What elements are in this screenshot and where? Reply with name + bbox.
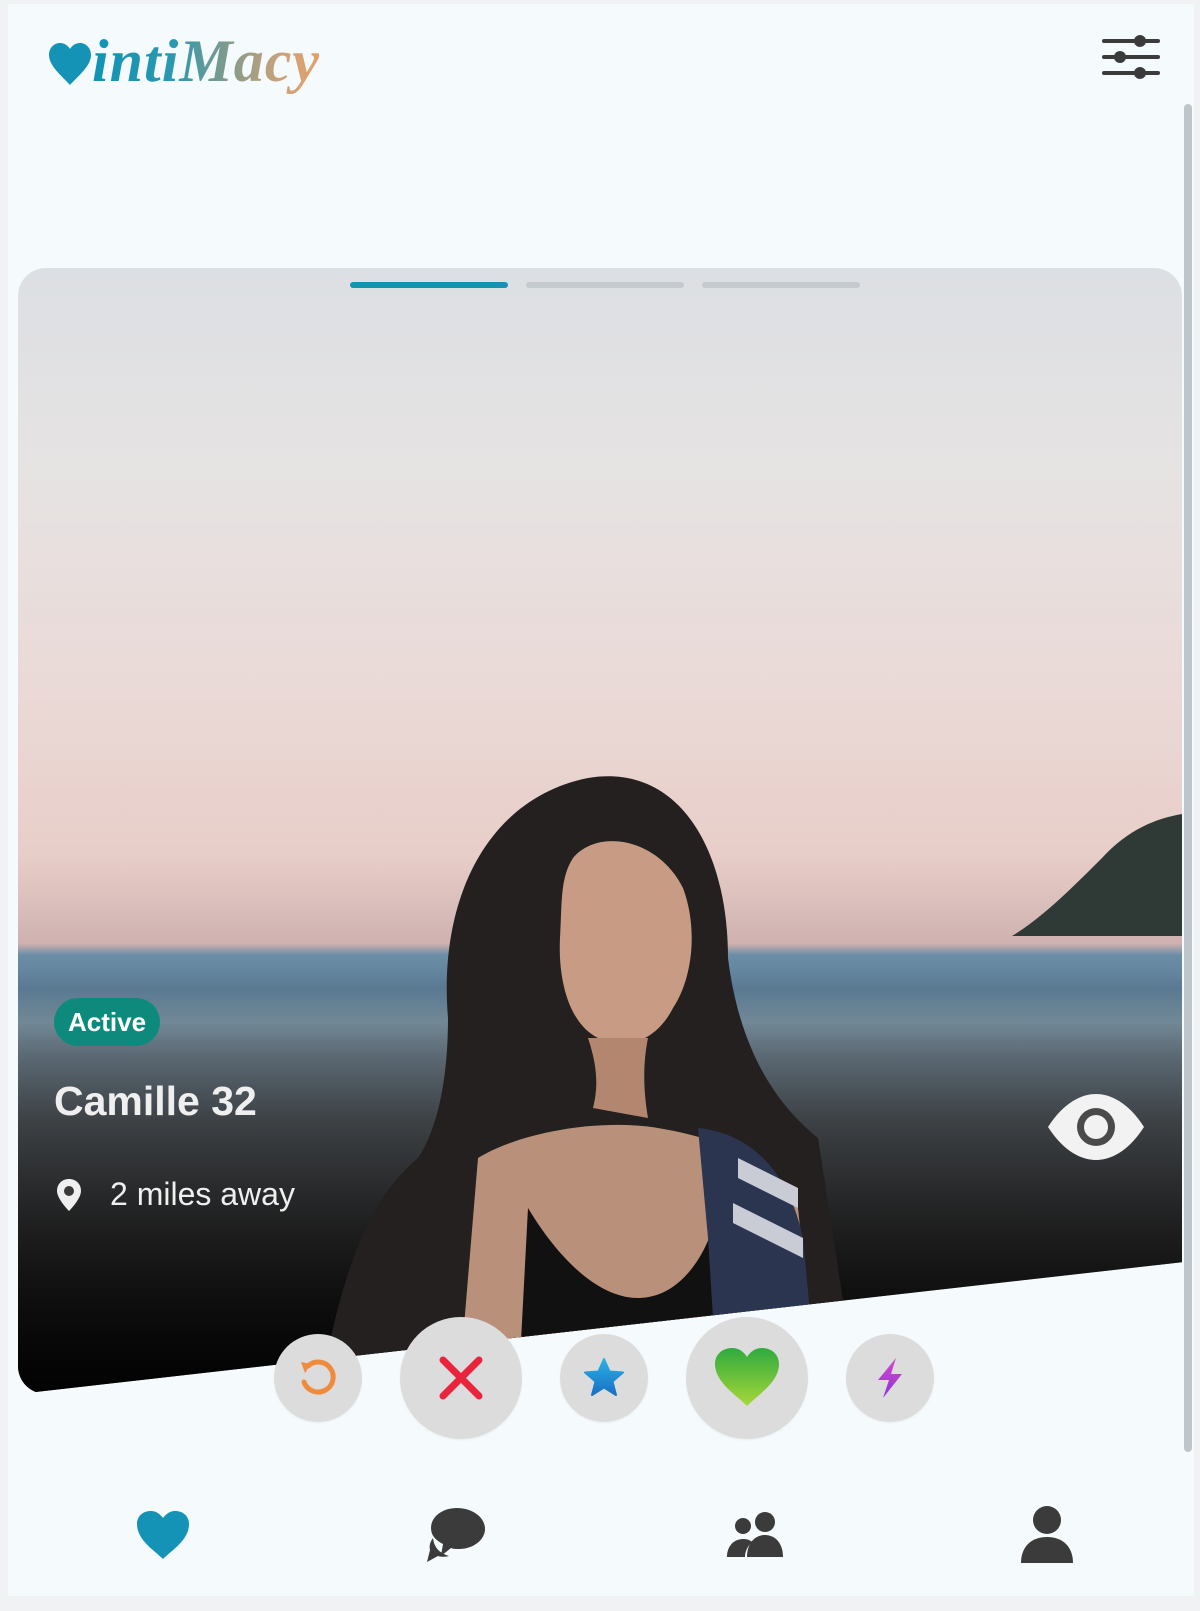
progress-segment[interactable] <box>526 282 684 288</box>
logo-heart-icon <box>49 43 91 85</box>
person-silhouette <box>318 776 858 1394</box>
distance-row: 2 miles away <box>54 1176 295 1213</box>
distance-text: 2 miles away <box>110 1176 295 1212</box>
top-bar: intiMacy <box>8 4 1194 104</box>
nav-matches[interactable] <box>722 1500 792 1570</box>
progress-segment[interactable] <box>350 282 508 288</box>
map-pin-icon <box>57 1178 81 1211</box>
filter-button[interactable] <box>1100 32 1162 82</box>
progress-segment[interactable] <box>702 282 860 288</box>
eye-icon <box>1048 1094 1144 1160</box>
photo-progress <box>350 282 860 288</box>
headland-shape <box>1012 814 1182 936</box>
view-profile-button[interactable] <box>1046 1092 1146 1162</box>
sliders-icon <box>1102 35 1160 79</box>
nav-messages[interactable] <box>422 1500 492 1570</box>
nope-button[interactable] <box>400 1317 522 1439</box>
bottom-nav <box>8 1450 1194 1596</box>
logo-wordmark: intiMacy <box>92 28 320 94</box>
super-like-button[interactable] <box>560 1334 648 1422</box>
nav-discover[interactable] <box>128 1500 198 1570</box>
chat-bubbles-icon <box>427 1508 485 1562</box>
heart-icon <box>715 1348 779 1406</box>
heart-icon <box>137 1511 189 1559</box>
boost-button[interactable] <box>846 1334 934 1422</box>
profile-card[interactable]: Active Camille 32 2 miles away <box>18 268 1182 1394</box>
undo-icon <box>301 1359 336 1395</box>
status-badge: Active <box>54 998 161 1046</box>
like-button[interactable] <box>686 1317 808 1439</box>
user-icon <box>1021 1506 1073 1563</box>
star-icon <box>584 1358 624 1396</box>
lightning-icon <box>878 1358 902 1398</box>
app-logo[interactable]: intiMacy <box>46 26 320 96</box>
scrollbar[interactable] <box>1184 104 1192 1452</box>
profile-name-age: Camille 32 <box>54 1078 257 1124</box>
close-icon <box>439 1356 483 1400</box>
nav-profile[interactable] <box>1012 1500 1082 1570</box>
users-icon <box>727 1512 783 1557</box>
rewind-button[interactable] <box>274 1334 362 1422</box>
